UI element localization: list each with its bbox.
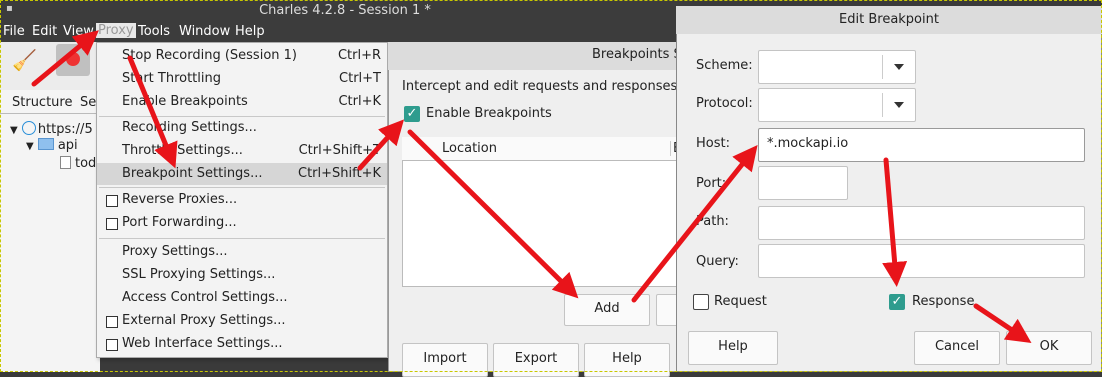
annotation-arrows [31,30,1032,343]
arrow-to-add-button [407,129,579,299]
arrow-to-response-checkbox [882,157,908,287]
arrow-to-enable-checkbox [357,119,405,171]
arrow-to-proxy-menu [31,30,99,87]
arrow-to-ok-button [973,303,1032,343]
arrow-to-host-field [631,144,758,303]
arrow-to-breakpoint-settings [127,55,178,169]
